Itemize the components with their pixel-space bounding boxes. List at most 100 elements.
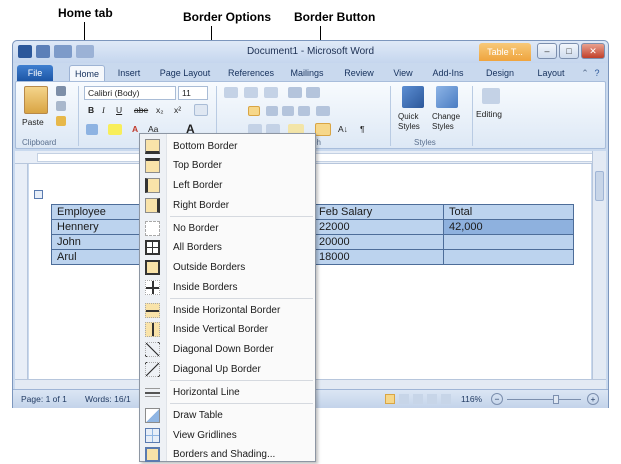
menu-item-bottom-border[interactable]: Bottom Border [140,137,315,156]
numbering-icon[interactable] [244,87,258,98]
find-icon[interactable] [482,88,500,104]
zoom-slider-thumb[interactable] [553,395,559,404]
tab-mailings[interactable]: Mailings [285,65,329,81]
close-button[interactable]: ✕ [581,43,605,59]
table-cell[interactable]: John [51,234,144,250]
justify-icon[interactable] [298,106,310,116]
table-cell[interactable]: Arul [51,249,144,265]
minimize-button[interactable]: – [537,43,557,59]
italic-button[interactable]: I [102,104,105,117]
table-cell[interactable]: 42,000 [443,219,574,235]
inside-horizontal-border-icon [145,303,160,318]
multilevel-list-icon[interactable] [264,87,278,98]
menu-item-inside-borders[interactable]: Inside Borders [140,278,315,297]
scroll-thumb[interactable] [595,171,604,201]
bottom-border-icon [145,139,160,154]
decrease-indent-icon[interactable] [288,87,302,98]
menu-item-right-border[interactable]: Right Border [140,196,315,215]
page-count[interactable]: Page: 1 of 1 [21,394,67,404]
tab-review[interactable]: Review [339,65,379,81]
ribbon-minimize-icon[interactable]: ⌃ [579,65,591,81]
copy-icon[interactable] [56,101,66,111]
tab-home[interactable]: Home [69,65,105,81]
quick-styles-button[interactable]: Quick Styles [398,112,430,134]
center-icon[interactable] [266,106,278,116]
menu-item-view-gridlines[interactable]: View Gridlines [140,426,315,445]
table-cell[interactable] [443,249,574,265]
menu-item-draw-table[interactable]: Draw Table [140,406,315,425]
superscript-button[interactable]: x² [174,104,181,117]
tab-layout[interactable]: Layout [531,65,571,81]
increase-indent-icon[interactable] [306,87,320,98]
help-icon[interactable]: ? [591,65,603,81]
highlight-icon[interactable] [108,124,122,135]
menu-item-diagonal-up-border[interactable]: Diagonal Up Border [140,360,315,379]
menu-item-diagonal-down-border[interactable]: Diagonal Down Border [140,340,315,359]
menu-item-outside-borders[interactable]: Outside Borders [140,258,315,277]
quick-styles-icon[interactable] [402,86,424,108]
vertical-ruler[interactable] [15,164,28,379]
zoom-in-button[interactable]: + [587,393,599,405]
table-cell[interactable]: 18000 [313,249,444,265]
font-name-box[interactable]: Calibri (Body) [84,86,176,100]
table-cell[interactable]: 22000 [313,219,444,235]
show-hide-button[interactable]: ¶ [360,123,365,136]
full-screen-view-icon[interactable] [399,394,409,404]
draft-view-icon[interactable] [441,394,451,404]
vertical-scrollbar[interactable] [592,151,606,379]
border-button-icon[interactable] [315,123,331,136]
font-color-button[interactable]: A [132,123,138,136]
clear-formatting-icon[interactable] [194,104,208,116]
menu-item-horizontal-line[interactable]: Horizontal Line [140,383,315,402]
table-cell[interactable] [443,234,574,250]
tab-file[interactable]: File [17,65,53,81]
table-cell[interactable]: 20000 [313,234,444,250]
tab-references[interactable]: References [223,65,279,81]
cut-icon[interactable] [56,86,66,96]
menu-item-inside-vertical-border[interactable]: Inside Vertical Border [140,320,315,339]
change-styles-icon[interactable] [436,86,458,108]
bullets-icon[interactable] [224,87,238,98]
tab-add-ins[interactable]: Add-Ins [427,65,469,81]
text-effects-icon[interactable] [86,124,98,135]
line-spacing-icon[interactable] [316,106,330,116]
table-move-handle-icon[interactable] [34,190,43,199]
table-cell[interactable]: Total [443,204,574,220]
table-cell[interactable]: Employee [51,204,144,220]
change-styles-button[interactable]: Change Styles [432,112,468,134]
menu-item-inside-horizontal-border[interactable]: Inside Horizontal Border [140,301,315,320]
zoom-slider-track[interactable] [507,399,581,400]
zoom-level[interactable]: 116% [461,394,482,404]
paste-button[interactable]: Paste [22,116,44,129]
tab-design[interactable]: Design [479,65,521,81]
tab-insert[interactable]: Insert [111,65,147,81]
editing-button[interactable]: Editing [476,108,502,121]
subscript-button[interactable]: x₂ [156,104,164,117]
outline-view-icon[interactable] [427,394,437,404]
sort-button[interactable]: A↓ [338,123,348,136]
format-painter-icon[interactable] [56,116,66,126]
print-layout-view-icon[interactable] [385,394,395,404]
web-layout-view-icon[interactable] [413,394,423,404]
zoom-out-button[interactable]: − [491,393,503,405]
align-right-icon[interactable] [282,106,294,116]
strikethrough-button[interactable]: abe [134,104,148,117]
font-size-box[interactable]: 11 [178,86,208,100]
align-left-icon[interactable] [248,106,260,116]
maximize-button[interactable]: □ [559,43,579,59]
table-cell[interactable]: Hennery [51,219,144,235]
menu-item-left-border[interactable]: Left Border [140,176,315,195]
tab-view[interactable]: View [387,65,419,81]
underline-button[interactable]: U [116,104,122,117]
menu-item-label: Right Border [173,200,230,211]
paste-icon[interactable] [24,86,48,114]
table-cell[interactable]: Feb Salary [313,204,444,220]
bold-button[interactable]: B [88,104,94,117]
menu-separator [170,298,313,299]
menu-item-all-borders[interactable]: All Borders [140,238,315,257]
word-count[interactable]: Words: 16/1 [85,394,131,404]
menu-item-no-border[interactable]: No Border [140,219,315,238]
tab-page-layout[interactable]: Page Layout [155,65,215,81]
menu-item-top-border[interactable]: Top Border [140,156,315,175]
menu-item-borders-and-shading[interactable]: Borders and Shading... [140,445,315,464]
